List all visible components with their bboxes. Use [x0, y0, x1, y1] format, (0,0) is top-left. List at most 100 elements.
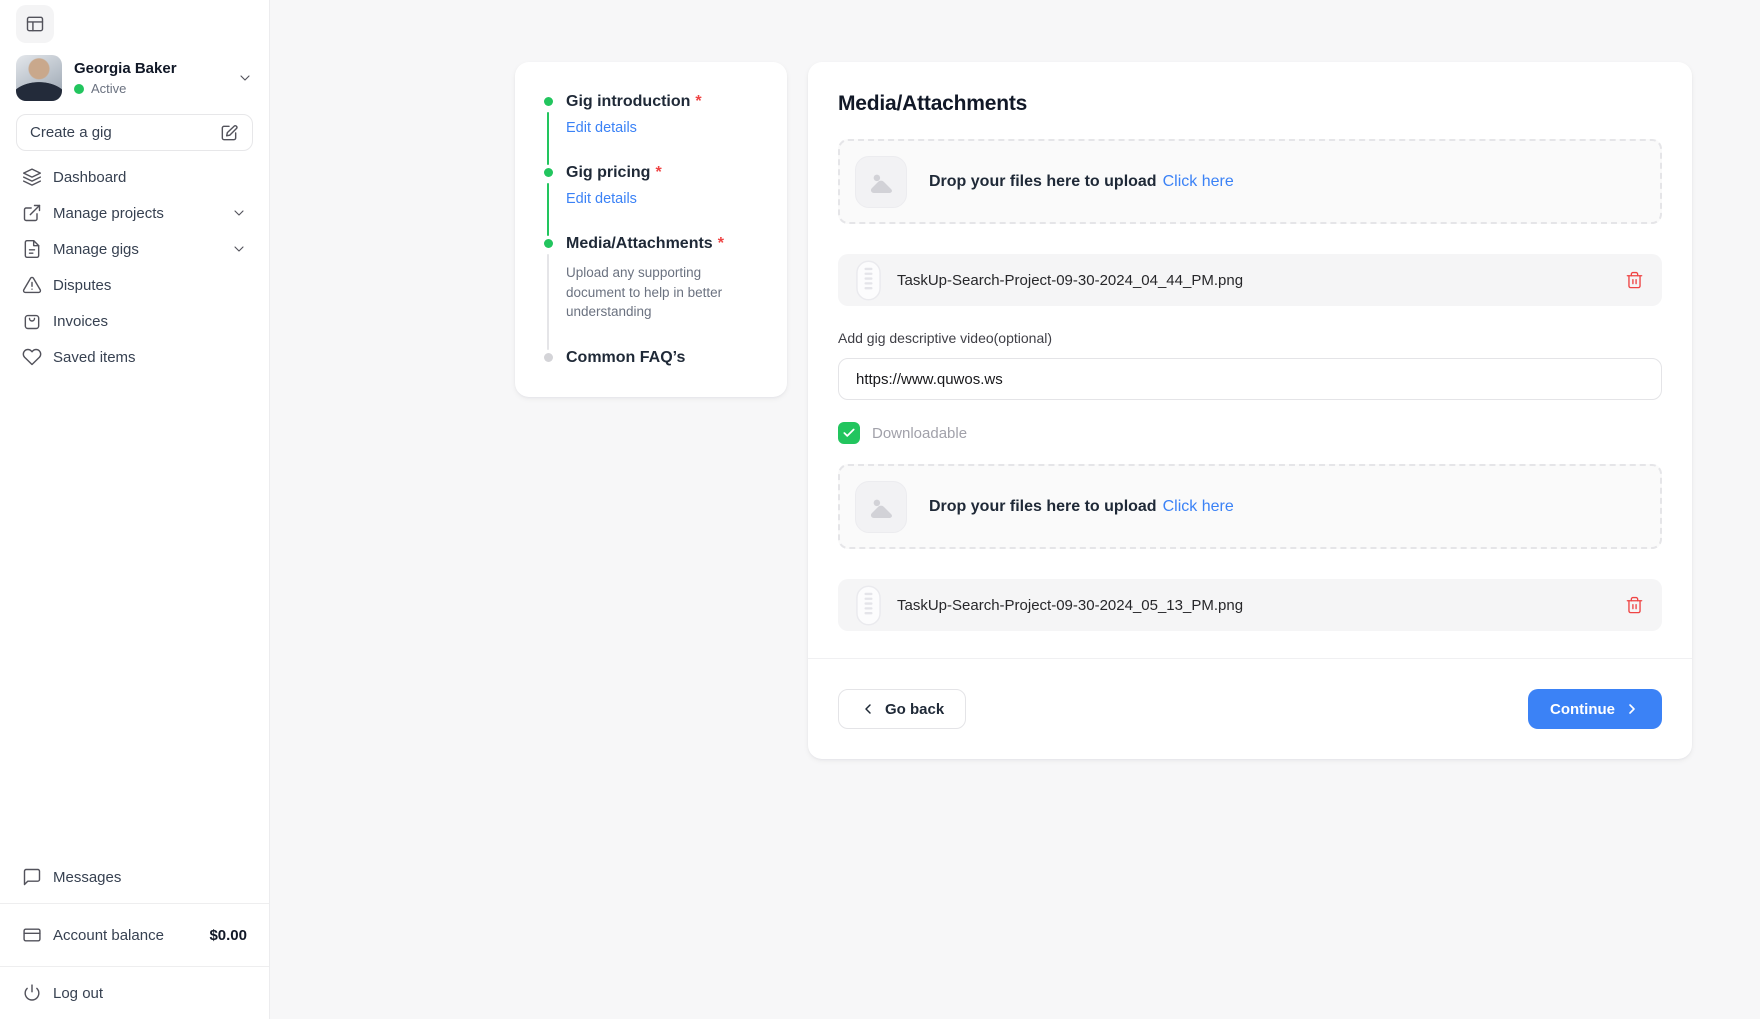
step-connector	[547, 183, 549, 236]
edit-details-link[interactable]: Edit details	[566, 120, 637, 136]
sidebar-item-invoices[interactable]: Invoices	[16, 303, 253, 339]
page-title: Media/Attachments	[838, 92, 1662, 116]
step-active-dot	[544, 239, 553, 248]
downloadable-label: Downloadable	[872, 425, 967, 442]
check-icon	[842, 426, 856, 440]
required-asterisk: *	[695, 93, 701, 110]
chevron-down-icon	[231, 205, 247, 221]
image-icon	[866, 492, 896, 522]
trash-icon	[1625, 596, 1644, 615]
sidebar-item-disputes[interactable]: Disputes	[16, 267, 253, 303]
alert-triangle-icon	[22, 275, 42, 295]
edit-icon	[219, 123, 239, 143]
downloadable-checkbox[interactable]	[838, 422, 860, 444]
create-gig-button[interactable]: Create a gig	[16, 114, 253, 151]
downloadable-row: Downloadable	[838, 422, 1662, 444]
sidebar-toggle-button[interactable]	[16, 5, 54, 43]
go-back-button[interactable]: Go back	[838, 689, 966, 729]
power-icon	[22, 983, 42, 1003]
file-icon	[22, 239, 42, 259]
sidebar-item-label: Dashboard	[53, 169, 126, 186]
chevron-left-icon	[860, 701, 876, 717]
image-icon	[866, 167, 896, 197]
sidebar: Georgia Baker Active Create a gig Dashbo…	[0, 0, 270, 1019]
step-title: Gig introduction	[566, 93, 690, 110]
sidebar-item-dashboard[interactable]: Dashboard	[16, 159, 253, 195]
sidebar-item-manage-projects[interactable]: Manage projects	[16, 195, 253, 231]
sidebar-item-manage-gigs[interactable]: Manage gigs	[16, 231, 253, 267]
sidebar-item-label: Invoices	[53, 313, 108, 330]
step-complete-dot	[544, 97, 553, 106]
video-url-label: Add gig descriptive video(optional)	[838, 330, 1662, 346]
sidebar-item-label: Manage projects	[53, 205, 164, 222]
account-balance-row: Account balance $0.00	[16, 904, 253, 966]
step-title: Gig pricing	[566, 164, 650, 181]
layers-icon	[22, 167, 42, 187]
chevron-down-icon	[237, 70, 253, 86]
file-name: TaskUp-Search-Project-09-30-2024_04_44_P…	[897, 272, 1243, 289]
logout-label: Log out	[53, 985, 103, 1002]
chevron-down-icon	[231, 241, 247, 257]
sidebar-item-saved-items[interactable]: Saved items	[16, 339, 253, 375]
step-description: Upload any supporting document to help i…	[566, 263, 750, 322]
user-profile[interactable]: Georgia Baker Active	[16, 55, 253, 101]
sidebar-nav: Dashboard Manage projects Manage gigs Di…	[16, 159, 253, 375]
trash-icon	[1625, 271, 1644, 290]
edit-details-link[interactable]: Edit details	[566, 191, 637, 207]
file-dropzone-top[interactable]: Drop your files here to upload Click here	[838, 139, 1662, 224]
sidebar-item-label: Saved items	[53, 349, 136, 366]
step-connector	[547, 112, 549, 165]
step-title: Media/Attachments	[566, 235, 713, 252]
file-name: TaskUp-Search-Project-09-30-2024_05_13_P…	[897, 597, 1243, 614]
continue-label: Continue	[1550, 701, 1615, 718]
gig-steps-card: Gig introduction * Edit details Gig prici…	[515, 62, 787, 397]
zip-file-icon	[856, 585, 881, 626]
media-attachments-panel: Media/Attachments Drop your files here t…	[808, 62, 1692, 759]
chevron-right-icon	[1624, 701, 1640, 717]
file-dropzone-bottom[interactable]: Drop your files here to upload Click here	[838, 464, 1662, 549]
account-balance-value: $0.00	[209, 927, 247, 944]
message-icon	[22, 867, 42, 887]
required-asterisk: *	[718, 235, 724, 252]
uploaded-file-row: TaskUp-Search-Project-09-30-2024_04_44_P…	[838, 254, 1662, 306]
account-balance-label: Account balance	[53, 927, 164, 944]
step-complete-dot	[544, 168, 553, 177]
uploaded-file-row: TaskUp-Search-Project-09-30-2024_05_13_P…	[838, 579, 1662, 631]
step-gig-pricing: Gig pricing * Edit details	[543, 163, 763, 234]
avatar	[16, 55, 62, 101]
sidebar-bottom: Messages Account balance $0.00 Log out	[16, 851, 253, 1019]
user-status-label: Active	[91, 81, 126, 96]
go-back-label: Go back	[885, 701, 944, 718]
external-link-icon	[22, 203, 42, 223]
sidebar-item-label: Disputes	[53, 277, 111, 294]
click-here-link[interactable]: Click here	[1163, 173, 1234, 190]
required-asterisk: *	[655, 164, 661, 181]
sidebar-item-messages[interactable]: Messages	[16, 851, 253, 903]
step-gig-introduction: Gig introduction * Edit details	[543, 92, 763, 163]
credit-card-icon	[22, 925, 42, 945]
shopping-bag-icon	[22, 311, 42, 331]
zip-file-icon	[856, 260, 881, 301]
create-gig-label: Create a gig	[30, 124, 112, 141]
dropzone-text: Drop your files here to upload	[929, 173, 1157, 190]
image-placeholder-tile	[855, 156, 907, 208]
heart-icon	[22, 347, 42, 367]
click-here-link[interactable]: Click here	[1163, 498, 1234, 515]
status-dot	[74, 84, 84, 94]
dropzone-text: Drop your files here to upload	[929, 498, 1157, 515]
panel-layout-icon	[25, 14, 45, 34]
user-name: Georgia Baker	[74, 60, 225, 77]
continue-button[interactable]: Continue	[1528, 689, 1662, 729]
image-placeholder-tile	[855, 481, 907, 533]
video-url-input[interactable]	[838, 358, 1662, 400]
logout-button[interactable]: Log out	[16, 967, 253, 1019]
step-connector	[547, 254, 549, 350]
delete-file-button[interactable]	[1625, 596, 1644, 615]
step-upcoming-dot	[544, 353, 553, 362]
sidebar-item-label: Manage gigs	[53, 241, 139, 258]
delete-file-button[interactable]	[1625, 271, 1644, 290]
panel-footer: Go back Continue	[808, 658, 1692, 759]
step-title: Common FAQ’s	[566, 349, 685, 366]
step-common-faqs: Common FAQ’s	[543, 348, 763, 367]
step-media-attachments: Media/Attachments * Upload any supporting…	[543, 234, 763, 348]
